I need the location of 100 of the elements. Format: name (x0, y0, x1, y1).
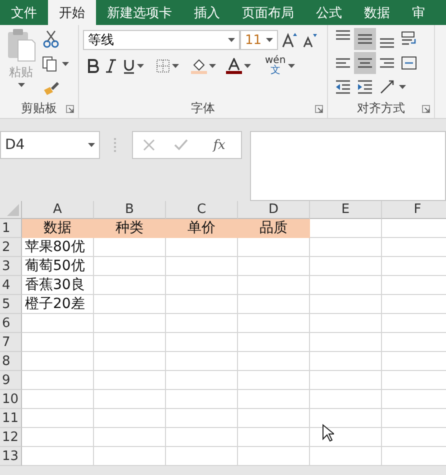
cancel-icon[interactable] (142, 139, 155, 151)
ribbon-tab[interactable]: 新建选项卡 (96, 0, 183, 25)
caret-icon[interactable] (18, 83, 24, 87)
name-box[interactable]: D4 (0, 131, 100, 159)
font-color-icon[interactable] (226, 58, 242, 74)
phonetic-guide-button[interactable]: wén 文 (265, 56, 286, 76)
font-name-field[interactable]: 等线 (83, 30, 240, 50)
center-align-button[interactable] (354, 52, 376, 74)
caret-icon[interactable] (288, 64, 295, 68)
row-header[interactable]: 10 (0, 390, 22, 409)
caret-icon[interactable] (266, 38, 273, 42)
table-cell[interactable] (22, 314, 94, 333)
caret-icon[interactable] (62, 62, 69, 66)
caret-icon[interactable] (244, 64, 251, 68)
table-cell[interactable] (310, 276, 382, 295)
table-cell[interactable] (166, 428, 238, 447)
table-cell[interactable] (238, 238, 310, 257)
table-cell[interactable] (238, 295, 310, 314)
table-cell[interactable] (310, 352, 382, 371)
row-header[interactable]: 3 (0, 257, 22, 276)
table-cell[interactable] (238, 447, 310, 466)
dialog-launcher-icon[interactable] (422, 105, 430, 113)
row-header[interactable]: 12 (0, 428, 22, 447)
underline-icon[interactable] (123, 58, 135, 74)
row-header[interactable]: 7 (0, 333, 22, 352)
table-cell[interactable] (94, 371, 166, 390)
table-cell[interactable] (166, 352, 238, 371)
middle-align-button[interactable] (354, 28, 376, 50)
table-cell[interactable] (310, 314, 382, 333)
table-cell[interactable] (166, 447, 238, 466)
column-header[interactable]: E (310, 201, 382, 219)
table-cell[interactable] (22, 371, 94, 390)
column-header[interactable]: D (238, 201, 310, 219)
table-cell[interactable] (166, 257, 238, 276)
caret-icon[interactable] (209, 64, 216, 68)
table-cell[interactable] (166, 238, 238, 257)
ribbon-tab[interactable]: 文件 (0, 0, 48, 25)
table-cell[interactable] (94, 257, 166, 276)
italic-icon[interactable] (105, 59, 117, 73)
table-cell[interactable] (310, 257, 382, 276)
table-cell[interactable] (94, 390, 166, 409)
table-cell[interactable] (22, 333, 94, 352)
row-header[interactable]: 6 (0, 314, 22, 333)
format-painter-icon[interactable] (42, 80, 60, 96)
row-header[interactable]: 9 (0, 371, 22, 390)
table-cell[interactable] (238, 371, 310, 390)
formula-input[interactable] (250, 131, 446, 201)
table-cell[interactable] (94, 333, 166, 352)
table-cell[interactable] (310, 447, 382, 466)
check-icon[interactable] (174, 139, 188, 151)
table-cell[interactable] (310, 219, 382, 238)
table-cell[interactable] (238, 409, 310, 428)
row-header[interactable]: 11 (0, 409, 22, 428)
scissors-icon[interactable] (42, 30, 60, 48)
table-cell[interactable] (94, 295, 166, 314)
table-cell[interactable] (310, 295, 382, 314)
table-cell[interactable] (310, 371, 382, 390)
dialog-launcher-icon[interactable] (315, 105, 323, 113)
table-cell[interactable] (94, 428, 166, 447)
column-header[interactable]: F (382, 201, 446, 219)
ribbon-tab[interactable]: 插入 (183, 0, 231, 25)
caret-icon[interactable] (399, 85, 406, 89)
table-cell[interactable] (94, 409, 166, 428)
caret-icon[interactable] (137, 64, 144, 68)
table-cell[interactable] (166, 276, 238, 295)
table-cell[interactable] (22, 409, 94, 428)
row-header[interactable]: 8 (0, 352, 22, 371)
table-cell[interactable] (310, 238, 382, 257)
bold-icon[interactable] (87, 59, 99, 73)
ribbon-tab[interactable]: 数据 (353, 0, 401, 25)
ribbon-tab[interactable]: 页面布局 (231, 0, 305, 25)
row-header[interactable]: 1 (0, 219, 22, 238)
ribbon-tab[interactable]: 开始 (48, 0, 96, 25)
table-cell[interactable] (94, 238, 166, 257)
table-cell[interactable] (238, 428, 310, 447)
column-header[interactable]: A (22, 201, 94, 219)
table-cell[interactable] (238, 276, 310, 295)
fill-color-icon[interactable] (191, 58, 207, 74)
caret-icon[interactable] (172, 64, 179, 68)
copy-icon[interactable] (42, 56, 58, 72)
clipboard-icon[interactable] (6, 28, 36, 62)
column-header[interactable]: C (166, 201, 238, 219)
caret-icon[interactable] (228, 38, 235, 42)
table-cell[interactable] (238, 314, 310, 333)
select-all-icon[interactable] (7, 204, 19, 216)
table-cell[interactable] (166, 333, 238, 352)
table-cell[interactable] (94, 276, 166, 295)
table-cell[interactable] (94, 447, 166, 466)
caret-icon[interactable] (88, 143, 95, 147)
ribbon-tab[interactable]: 公式 (305, 0, 353, 25)
increase-font-size-icon[interactable] (282, 32, 298, 48)
table-cell[interactable] (238, 352, 310, 371)
table-cell[interactable] (310, 390, 382, 409)
dialog-launcher-icon[interactable] (66, 105, 74, 113)
table-cell[interactable] (238, 333, 310, 352)
insert-function-button[interactable]: fx (207, 136, 232, 154)
table-cell[interactable] (166, 371, 238, 390)
table-cell[interactable] (22, 428, 94, 447)
table-cell[interactable] (238, 390, 310, 409)
table-cell[interactable] (166, 409, 238, 428)
